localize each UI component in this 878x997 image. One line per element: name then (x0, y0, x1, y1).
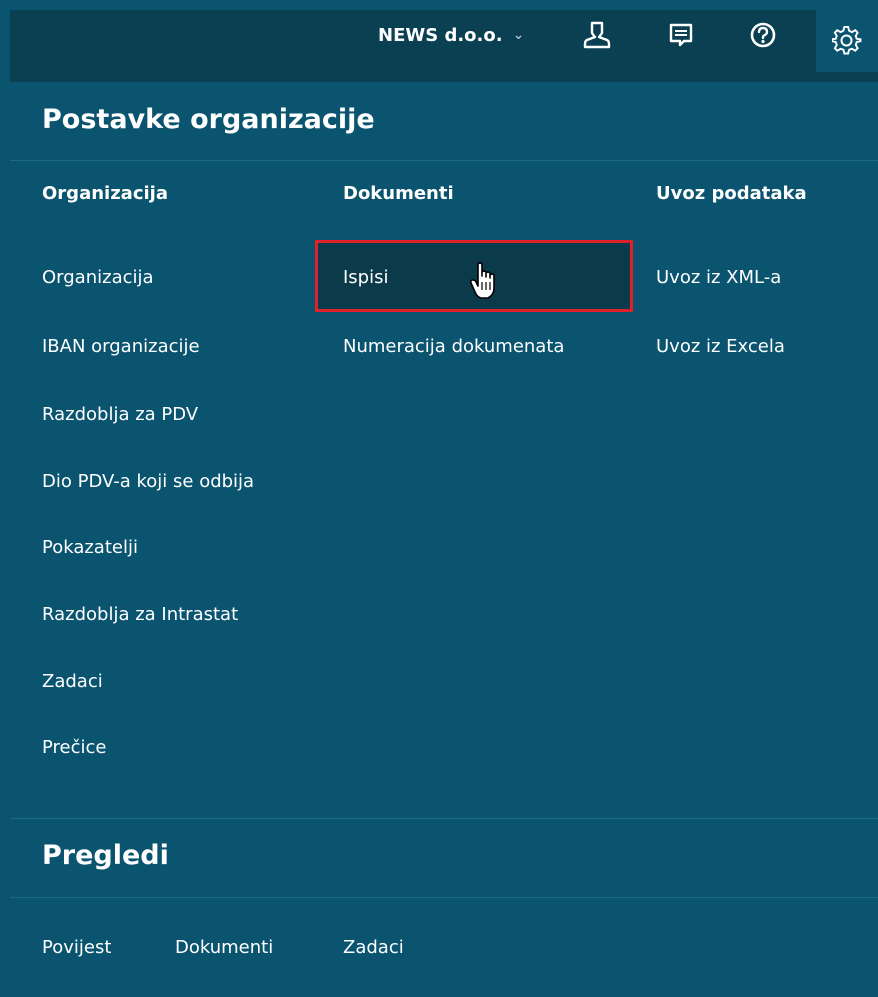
gear-icon[interactable] (816, 10, 878, 72)
pregledi-item-povijest[interactable]: Povijest (42, 937, 111, 958)
menu-item-zadaci[interactable]: Zadaci (42, 671, 103, 692)
section-title-postavke: Postavke organizacije (42, 104, 375, 135)
divider (10, 897, 878, 898)
help-icon[interactable] (746, 18, 780, 52)
menu-item-razdoblja-pdv[interactable]: Razdoblja za PDV (42, 404, 198, 425)
hand-cursor-icon (469, 262, 498, 304)
divider (10, 818, 878, 819)
column-heading-organizacija: Organizacija (42, 183, 168, 204)
menu-item-precice[interactable]: Prečice (42, 737, 107, 758)
menu-item-iban-organizacije[interactable]: IBAN organizacije (42, 336, 200, 357)
organization-name: NEWS d.o.o. (378, 24, 503, 46)
chat-icon[interactable] (664, 18, 698, 52)
chevron-down-icon: ⌄ (512, 27, 525, 43)
column-heading-dokumenti: Dokumenti (343, 183, 454, 204)
menu-item-dio-pdv[interactable]: Dio PDV-a koji se odbija (42, 471, 254, 492)
menu-item-organizacija[interactable]: Organizacija (42, 267, 154, 288)
column-heading-uvoz: Uvoz podataka (656, 183, 807, 204)
pregledi-item-zadaci[interactable]: Zadaci (343, 937, 404, 958)
organization-switcher[interactable]: NEWS d.o.o. ⌄ (378, 22, 524, 48)
menu-item-numeracija-dokumenata[interactable]: Numeracija dokumenata (343, 336, 564, 357)
divider (10, 160, 878, 161)
menu-item-ispisi[interactable]: Ispisi (343, 267, 389, 288)
menu-item-uvoz-xml[interactable]: Uvoz iz XML-a (656, 267, 781, 288)
section-title-pregledi: Pregledi (42, 840, 169, 871)
menu-item-uvoz-excel[interactable]: Uvoz iz Excela (656, 336, 785, 357)
menu-item-pokazatelji[interactable]: Pokazatelji (42, 537, 138, 558)
pregledi-item-dokumenti[interactable]: Dokumenti (175, 937, 273, 958)
user-icon[interactable] (580, 18, 614, 52)
menu-item-razdoblja-intrastat[interactable]: Razdoblja za Intrastat (42, 604, 238, 625)
